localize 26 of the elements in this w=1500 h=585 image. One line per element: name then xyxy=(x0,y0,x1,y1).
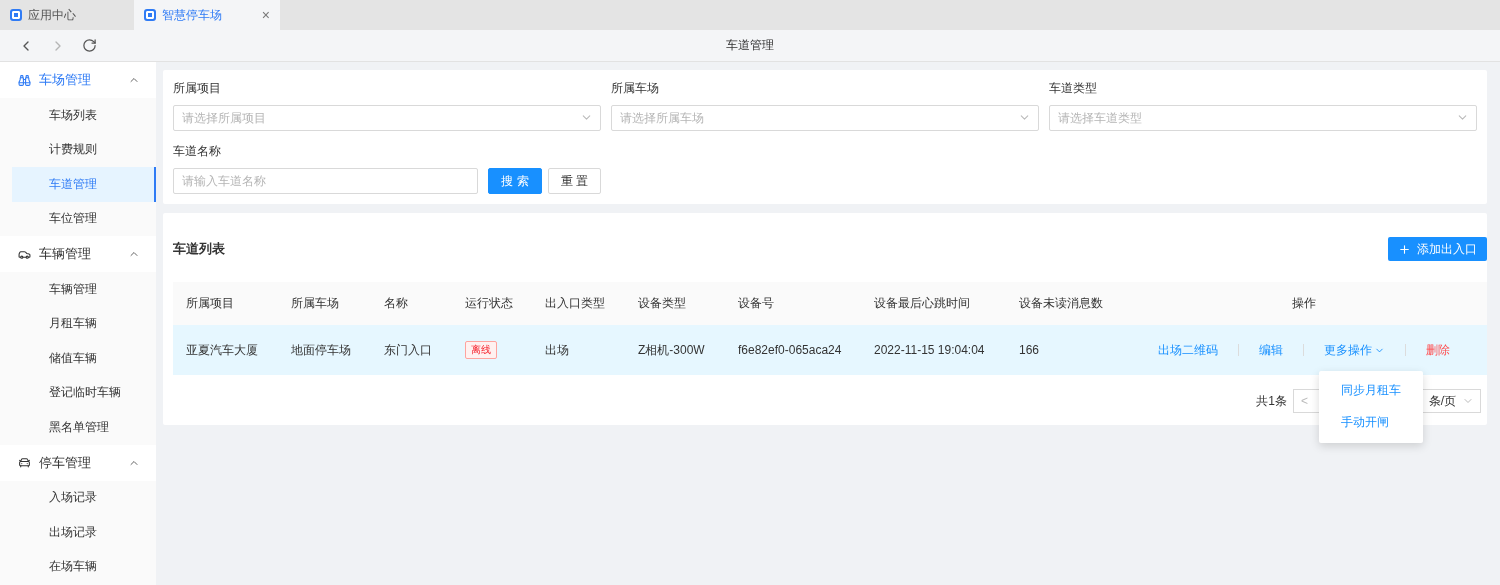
column-header: 所属项目 xyxy=(173,282,278,325)
column-header: 设备最后心跳时间 xyxy=(861,282,1006,325)
field-label: 车道类型 xyxy=(1049,80,1098,97)
table-cell: 2022-11-15 19:04:04 xyxy=(874,343,985,357)
column-header: 设备类型 xyxy=(625,282,725,325)
section-title: 车道列表 xyxy=(173,240,225,258)
field-label: 所属车场 xyxy=(611,80,660,97)
table-cell: 地面停车场 xyxy=(291,341,351,359)
table-cell: f6e82ef0-065aca24 xyxy=(738,343,842,357)
table-cell: 出场 xyxy=(545,341,569,359)
column-header: 所属车场 xyxy=(278,282,371,325)
page-title: 车道管理 xyxy=(726,37,774,54)
table-cell: 166 xyxy=(1019,343,1040,357)
column-header: 运行状态 xyxy=(452,282,532,325)
status-tag: 离线 xyxy=(465,341,497,359)
column-header: 设备未读消息数 xyxy=(1006,282,1120,325)
column-header: 操作 xyxy=(1120,282,1487,325)
table-cell: 东门入口 xyxy=(384,341,432,359)
column-header: 设备号 xyxy=(725,282,861,325)
column-header: 出入口类型 xyxy=(532,282,625,325)
table-cell: Z相机-300W xyxy=(638,341,705,359)
field-label: 所属项目 xyxy=(173,80,222,97)
field-label: 车道名称 xyxy=(173,143,222,160)
total-count: 共1条 xyxy=(1256,392,1287,410)
column-header: 名称 xyxy=(371,282,452,325)
table-cell: 亚夏汽车大厦 xyxy=(186,341,258,359)
